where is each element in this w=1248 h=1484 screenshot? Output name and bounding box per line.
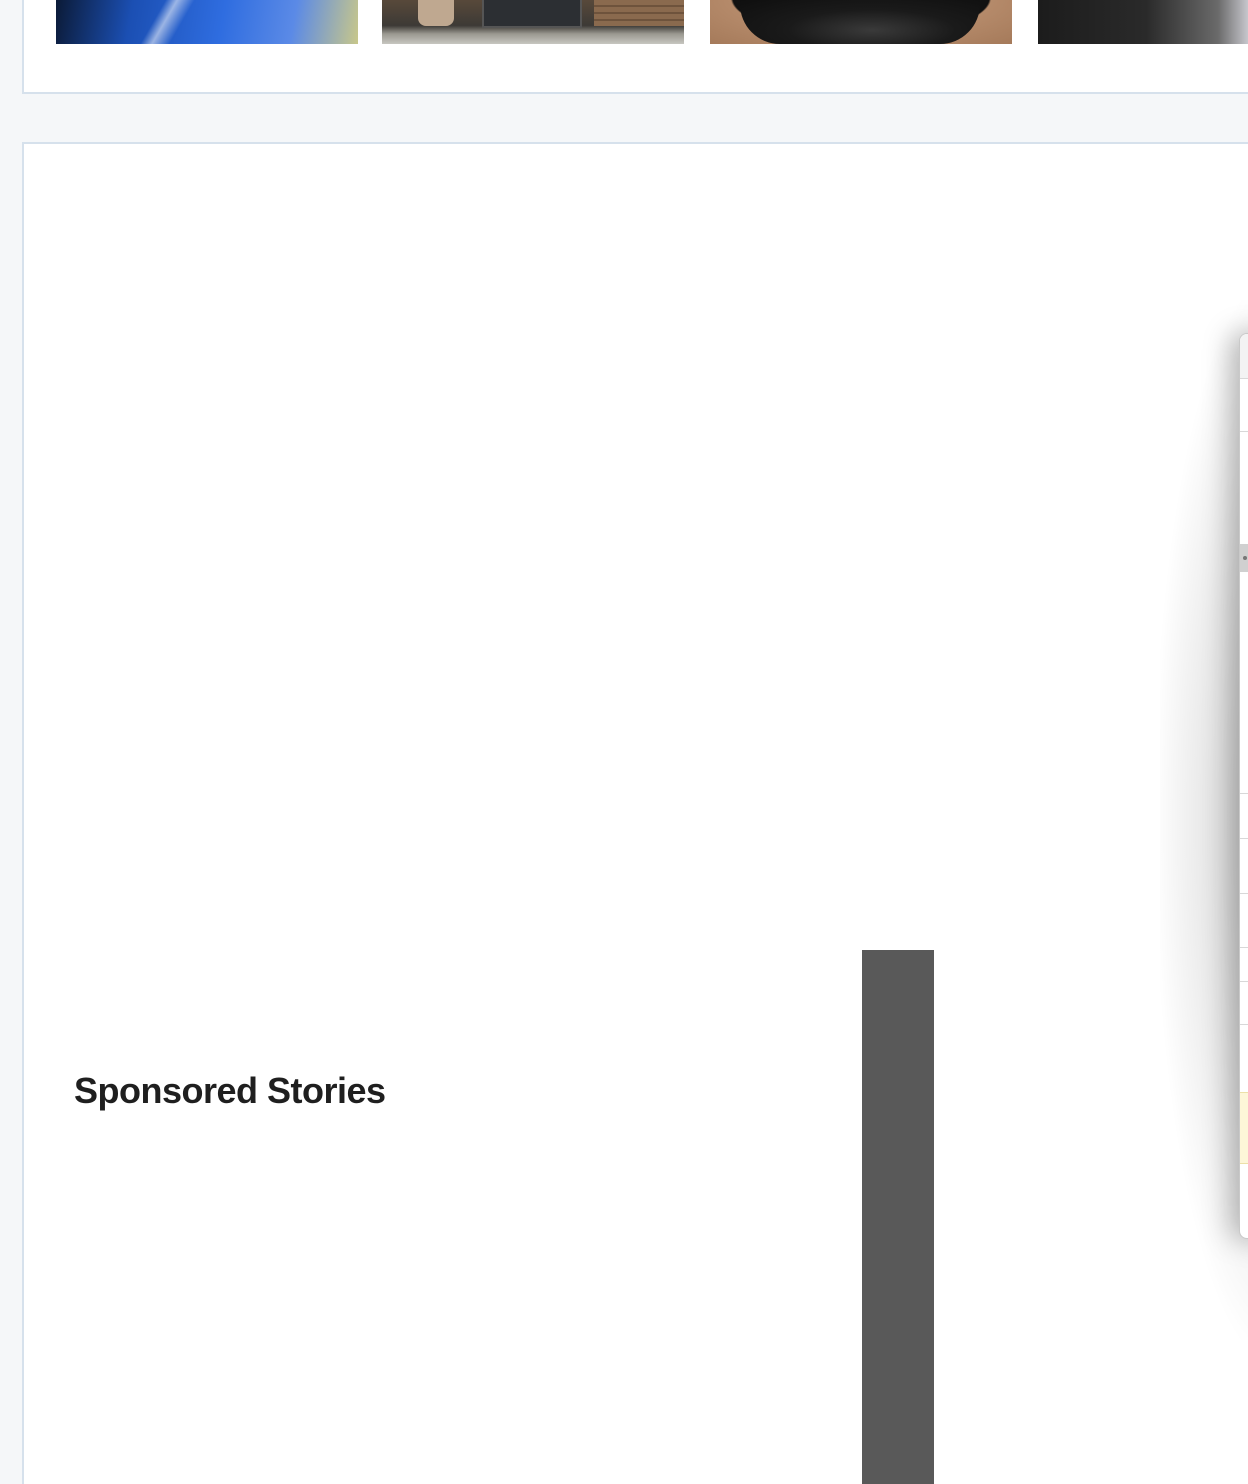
popup-highlighted-row[interactable]: [1240, 1092, 1248, 1164]
popup-row[interactable]: [1240, 981, 1248, 982]
carousel-thumbnail-4[interactable]: [1038, 0, 1248, 44]
carousel-thumbnail-1[interactable]: [56, 0, 358, 44]
image-carousel-section: [22, 0, 1248, 94]
popup-row[interactable]: [1240, 893, 1248, 894]
popup-row[interactable]: [1240, 378, 1248, 379]
ad-placeholder-bar[interactable]: [862, 950, 934, 1484]
side-popup-panel[interactable]: [1239, 333, 1248, 1239]
sponsored-stories-heading: Sponsored Stories: [74, 1070, 386, 1111]
thumbnail-image: [126, 0, 216, 44]
resize-handle-icon[interactable]: [1240, 544, 1248, 572]
carousel-thumbnail-3[interactable]: [710, 0, 1012, 44]
popup-shadow: [1160, 300, 1248, 1340]
popup-row[interactable]: [1240, 1024, 1248, 1025]
thumbnail-image: [418, 0, 454, 26]
popup-row[interactable]: [1240, 838, 1248, 839]
popup-row[interactable]: [1240, 431, 1248, 432]
carousel-thumbnail-2[interactable]: [382, 0, 684, 44]
thumbnail-image: [740, 0, 980, 44]
page: Sponsored Stories: [0, 0, 1248, 1484]
popup-row[interactable]: [1240, 793, 1248, 794]
thumbnail-image: [482, 0, 582, 28]
thumbnail-image: [594, 0, 684, 26]
popup-row[interactable]: [1240, 947, 1248, 948]
sponsored-stories-section: Sponsored Stories: [22, 142, 1248, 1484]
popup-header: [1240, 334, 1248, 378]
